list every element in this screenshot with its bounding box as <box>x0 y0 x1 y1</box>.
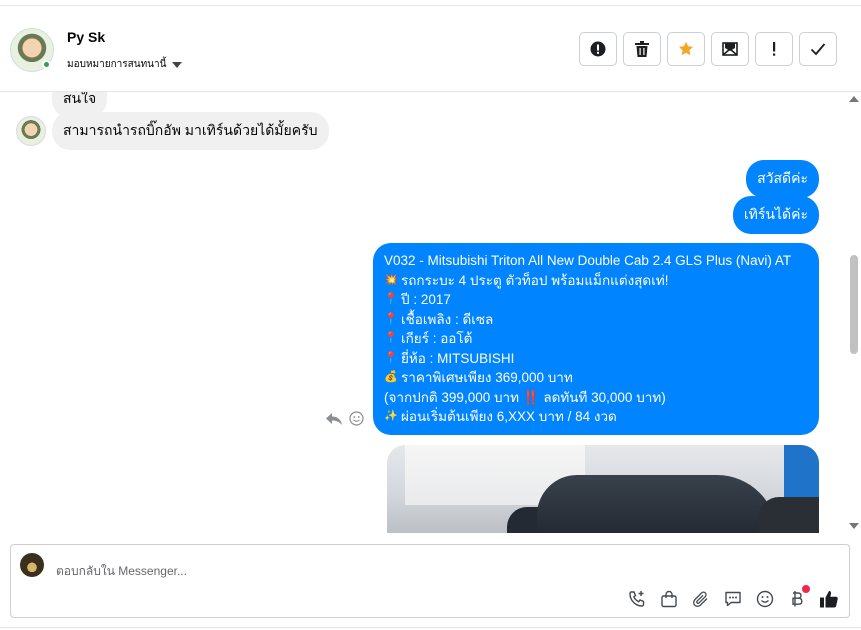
incoming-message: สามารถนำรถบิ๊กอัพ มาเทิร์นด้วยได้มั้ยครั… <box>52 112 329 150</box>
scroll-up-arrow-icon[interactable] <box>849 96 859 102</box>
line-text: ผ่อนเริ่มต้นเพียง 6,XXX บาท / 84 งวด <box>401 409 617 424</box>
emoji-icon <box>756 590 774 608</box>
product-detail-line: 📍 เกียร์ : ออโต้ <box>384 329 808 349</box>
exclamation-circle-icon <box>590 41 606 57</box>
phone-plus-icon <box>629 591 645 607</box>
assign-label: มอบหมายการสนทนานี้ <box>67 59 167 70</box>
product-title-text: V032 - Mitsubishi Triton All New Double … <box>384 253 792 268</box>
line-emoji: 💰 <box>384 371 398 383</box>
exclamation-icon <box>773 42 776 56</box>
line-text: (จากปกติ 399,000 บาท ‼️ ลดทันที 30,000 บ… <box>384 389 666 405</box>
product-detail-line: 📍 ยี่ห้อ : MITSUBISHI <box>384 349 808 369</box>
delete-button[interactable] <box>623 32 661 66</box>
follow-up-button[interactable] <box>755 32 793 66</box>
notification-dot <box>802 585 810 593</box>
line-emoji: 📍 <box>384 312 398 325</box>
assign-conversation-dropdown[interactable]: มอบหมายการสนทนานี้ <box>67 57 183 72</box>
photo-car <box>759 497 819 533</box>
product-message: V032 - Mitsubishi Triton All New Double … <box>373 243 819 435</box>
react-emoji-icon[interactable] <box>349 411 364 426</box>
line-text: ปี : 2017 <box>401 292 451 307</box>
line-text: ราคาพิเศษเพียง 369,000 บาท <box>401 370 573 385</box>
line-emoji: ✨ <box>384 410 398 422</box>
star-icon <box>679 41 693 56</box>
line-text: เกียร์ : ออโต้ <box>401 331 473 346</box>
mark-spam-button[interactable] <box>579 32 617 66</box>
check-icon <box>810 43 826 56</box>
bottom-divider <box>0 627 861 628</box>
reply-icon[interactable] <box>325 412 343 426</box>
product-detail-line: ✨ ผ่อนเริ่มต้นเพียง 6,XXX บาท / 84 งวด <box>384 407 808 427</box>
contact-name[interactable]: Py Sk <box>67 29 105 45</box>
contact-avatar[interactable] <box>10 28 54 72</box>
online-indicator <box>42 60 51 69</box>
page-avatar <box>20 553 44 577</box>
message-thread: สนใจ สามารถนำรถบิ๊กอัพ มาเทิร์นด้วยได้มั… <box>0 92 861 533</box>
product-detail-line: 📍 ปี : 2017 <box>384 290 808 310</box>
chat-bubble-icon <box>725 591 741 607</box>
scroll-thumb[interactable] <box>850 255 858 354</box>
conversation-header: Py Sk มอบหมายการสนทนานี้ <box>0 6 861 92</box>
envelope-icon <box>722 42 738 56</box>
caret-down-icon <box>172 61 183 68</box>
product-details: 💥 รถกระบะ 4 ประตู ตัวท็อป พร้อมแม็กแต่งสุ… <box>384 271 808 427</box>
line-emoji: 📍 <box>384 332 398 344</box>
trash-icon <box>635 41 649 57</box>
emoji-button[interactable] <box>755 589 775 609</box>
message-text: สามารถนำรถบิ๊กอัพ มาเทิร์นด้วยได้มั้ยครั… <box>63 122 318 138</box>
message-actions <box>325 411 364 426</box>
scroll-down-arrow-icon[interactable] <box>849 523 859 529</box>
product-title: V032 - Mitsubishi Triton All New Double … <box>384 251 808 271</box>
star-button[interactable] <box>667 32 705 66</box>
composer-tools <box>627 585 839 609</box>
thumbs-up-icon <box>820 591 838 608</box>
payment-button[interactable] <box>787 585 810 609</box>
line-text: รถกระบะ 4 ประตู ตัวท็อป พร้อมแม็กแต่งสุด… <box>401 272 669 288</box>
shopping-bag-icon <box>661 590 677 608</box>
reply-input[interactable]: ตอบกลับใน Messenger... <box>56 562 187 581</box>
call-button[interactable] <box>627 589 647 609</box>
product-detail-line: 📍 เชื้อเพลิง : ดีเซล <box>384 310 808 330</box>
line-emoji: 📍 <box>384 351 398 364</box>
header-actions <box>579 32 837 66</box>
photo-blue-wall <box>784 445 819 505</box>
line-text: เชื้อเพลิง : ดีเซล <box>401 311 494 327</box>
like-button[interactable] <box>819 589 839 609</box>
line-emoji: 📍 <box>384 293 398 305</box>
shop-button[interactable] <box>659 589 679 609</box>
product-detail-line: (จากปกติ 399,000 บาท ‼️ ลดทันที 30,000 บ… <box>384 388 808 408</box>
product-detail-line: 💥 รถกระบะ 4 ประตู ตัวท็อป พร้อมแม็กแต่งสุ… <box>384 271 808 291</box>
attach-button[interactable] <box>691 589 711 609</box>
paperclip-icon <box>693 591 708 607</box>
sender-avatar <box>16 116 46 146</box>
line-text: ยี่ห้อ : MITSUBISHI <box>401 350 515 366</box>
saved-replies-button[interactable] <box>723 589 743 609</box>
product-detail-line: 💰 ราคาพิเศษเพียง 369,000 บาท <box>384 368 808 388</box>
baht-icon <box>792 591 803 607</box>
chat-scrollbar[interactable] <box>847 92 861 533</box>
message-text: สนใจ <box>63 92 97 106</box>
message-text: เทิร์นได้ค่ะ <box>743 206 808 222</box>
reply-composer[interactable]: ตอบกลับใน Messenger... <box>10 544 850 618</box>
photo-truck-body <box>537 475 777 533</box>
mark-unread-button[interactable] <box>711 32 749 66</box>
message-text: สวัสดีค่ะ <box>757 170 808 186</box>
line-emoji: 💥 <box>384 273 398 286</box>
outgoing-message: เทิร์นได้ค่ะ <box>732 196 819 234</box>
done-button[interactable] <box>799 32 837 66</box>
outgoing-message: สวัสดีค่ะ <box>746 160 819 198</box>
vehicle-photo[interactable] <box>387 445 819 533</box>
